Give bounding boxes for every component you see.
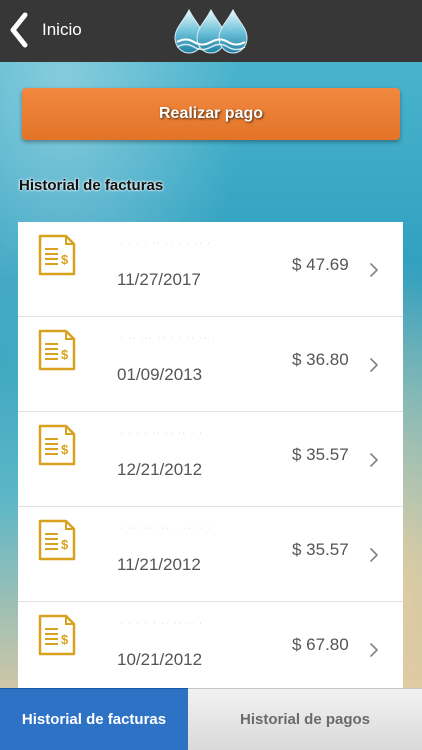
invoice-row[interactable]: $ · ·· ··· ·· · · ·· ·· · 01/09/2013 $ 3… xyxy=(18,317,403,412)
make-payment-label: Realizar pago xyxy=(158,105,264,122)
invoice-amount: $ 36.80 xyxy=(292,350,349,369)
invoice-row[interactable]: $ · ·· ···· ·· · ·· ·· · 11/21/2012 $ 35… xyxy=(18,507,403,602)
invoice-document-icon: $ xyxy=(38,614,76,656)
chevron-right-icon xyxy=(370,263,378,277)
chevron-right-icon xyxy=(370,643,378,657)
svg-text:$: $ xyxy=(61,252,69,267)
invoice-document-icon: $ xyxy=(38,424,76,466)
back-label: Inicio xyxy=(42,20,82,39)
svg-text:$: $ xyxy=(61,347,69,362)
invoice-row[interactable]: $ · · · · ·· ·· · · ·· · 11/27/2017 $ 47… xyxy=(18,222,403,317)
invoice-amount: $ 35.57 xyxy=(292,445,349,464)
chevron-right-icon xyxy=(370,358,378,372)
invoice-date: 11/27/2017 xyxy=(117,270,201,289)
svg-text:$: $ xyxy=(61,442,69,457)
make-payment-button[interactable]: Realizar pago xyxy=(22,88,400,140)
back-button[interactable]: Inicio xyxy=(8,12,98,48)
invoice-date: 01/09/2013 xyxy=(117,365,203,384)
invoice-amount: $ 67.80 xyxy=(292,635,349,654)
invoice-amount: $ 35.57 xyxy=(292,540,349,559)
svg-text:$: $ xyxy=(61,632,69,647)
invoice-document-icon: $ xyxy=(38,519,76,561)
invoice-date: 10/21/2012 xyxy=(117,650,203,669)
water-drops-logo xyxy=(174,8,248,54)
invoice-row[interactable]: $ · · · · ·· ·· ·· · · 12/21/2012 $ 35.5… xyxy=(18,412,403,507)
invoice-document-icon: $ xyxy=(38,329,76,371)
tab-invoice-history[interactable]: Historial de facturas xyxy=(0,688,188,750)
invoice-list: $ · · · · ·· ·· · · ·· · 11/27/2017 $ 47… xyxy=(18,222,403,688)
svg-text:$: $ xyxy=(61,537,69,552)
top-bar: Inicio xyxy=(0,0,422,62)
invoice-date: 12/21/2012 xyxy=(117,460,203,479)
account-number: · · · · ·· ·· · · ·· · xyxy=(120,240,212,247)
invoice-amount: $ 47.69 xyxy=(292,255,349,274)
account-number: · · · · ·· ·· ·· · · xyxy=(120,430,204,437)
chevron-left-icon xyxy=(10,12,28,48)
tab-payment-history[interactable]: Historial de pagos xyxy=(188,688,422,750)
account-number: · · · · · ·· ·· ·· · xyxy=(120,620,204,627)
invoice-row[interactable]: $ · · · · · ·· ·· ·· · 10/21/2012 $ 67.8… xyxy=(18,602,403,688)
bottom-tab-bar: Historial de facturas Historial de pagos xyxy=(0,688,422,750)
chevron-right-icon xyxy=(370,453,378,467)
chevron-right-icon xyxy=(370,548,378,562)
section-title: Historial de facturas xyxy=(19,177,164,194)
account-number: · ·· ···· ·· · ·· ·· · xyxy=(120,525,213,532)
account-number: · ·· ··· ·· · · ·· ·· · xyxy=(120,335,217,342)
invoice-date: 11/21/2012 xyxy=(117,555,201,574)
invoice-document-icon: $ xyxy=(38,234,76,276)
